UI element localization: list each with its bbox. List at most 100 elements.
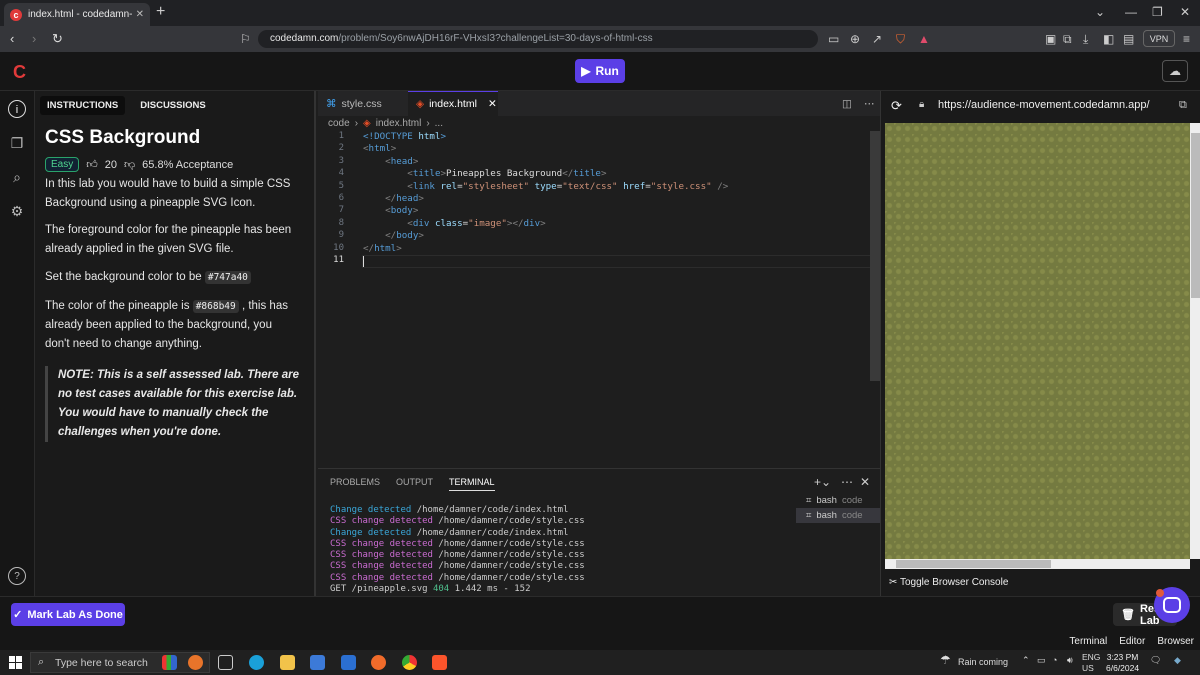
edge-icon[interactable] (249, 655, 264, 670)
cloud-save-button[interactable]: ☁ (1162, 60, 1188, 82)
bottom-tab-editor[interactable]: Editor (1119, 636, 1145, 647)
run-button[interactable]: ▶ Run (575, 59, 625, 83)
brave-taskbar-icon[interactable] (432, 655, 447, 670)
preview-url[interactable]: https://audience-movement.codedamn.app/ (938, 99, 1150, 111)
editor-scrollbar[interactable] (870, 131, 880, 381)
tab-problems[interactable]: PROBLEMS (330, 477, 380, 491)
browser-tab[interactable]: c index.html - codedamn-worksp ✕ (4, 3, 150, 26)
breadcrumb-file[interactable]: index.html (376, 118, 422, 129)
weather-icon[interactable]: ☂ (940, 653, 951, 667)
terminal-instance[interactable]: ⌗ bash code (796, 493, 880, 508)
lab-title: CSS Background (45, 127, 201, 148)
mail-icon[interactable] (341, 655, 356, 670)
share-icon[interactable]: ↗ (872, 32, 882, 46)
terminal-line: GET /pineapple.svg 404 1.442 ms - 152 (330, 584, 531, 595)
minimize-icon[interactable]: — (1125, 5, 1137, 19)
mark-lab-done-button[interactable]: ✓ Mark Lab As Done (11, 603, 125, 626)
close-tab-icon[interactable]: ✕ (136, 9, 144, 20)
wallet-panel-icon[interactable]: ▤ (1123, 32, 1134, 46)
settings-gear-icon[interactable]: ⚙ (8, 202, 26, 220)
breadcrumb-more[interactable]: ... (435, 118, 443, 129)
tab-style-css[interactable]: ⌘ style.css (318, 91, 406, 116)
editor-tab-strip: ⌘ style.css ◈ index.html ✕ ◫ ⋯ (318, 91, 880, 116)
run-label: Run (595, 64, 619, 78)
network-icon[interactable]: ◔ (1052, 655, 1057, 665)
cast-icon[interactable]: ▭ (828, 32, 839, 46)
tab-instructions[interactable]: INSTRUCTIONS (40, 96, 126, 115)
preview-horizontal-thumb[interactable] (896, 560, 1051, 568)
clock-time: 3:23 PM (1106, 652, 1139, 662)
weather-text[interactable]: Rain coming (958, 657, 1008, 667)
tab-terminal[interactable]: TERMINAL (449, 477, 495, 491)
new-terminal-icon[interactable]: +⌄ (814, 475, 831, 489)
firefox-icon[interactable] (371, 655, 386, 670)
window-close-icon[interactable]: ✕ (1180, 5, 1190, 19)
bookmark-icon[interactable]: ⚐ (240, 32, 251, 46)
store-icon[interactable] (310, 655, 325, 670)
code-line: </head> (385, 192, 424, 204)
preview-vertical-thumb[interactable] (1191, 133, 1200, 298)
code-area[interactable]: <!DOCTYPE html> <html> <head> <title>Pine… (363, 131, 728, 267)
forward-icon[interactable]: › (32, 31, 36, 46)
volume-icon[interactable]: 🔊︎ (1067, 655, 1073, 666)
restore-icon[interactable]: ❐ (1152, 5, 1163, 19)
search-icon[interactable]: ⌕ (8, 168, 26, 186)
back-icon[interactable]: ‹ (10, 31, 14, 46)
close-editor-tab-icon[interactable]: ✕ (488, 98, 497, 110)
download-icon[interactable]: ⤓ (1083, 32, 1088, 47)
language-indicator[interactable]: ENG US (1082, 652, 1100, 674)
taskbar-clock[interactable]: 3:23 PM 6/6/2024 (1106, 652, 1139, 674)
taskbar-search-box[interactable]: ⌕ Type here to search (30, 652, 210, 673)
brave-rewards-icon[interactable]: ▲ (918, 32, 930, 46)
task-view-icon[interactable] (218, 655, 233, 670)
address-bar[interactable]: codedamn.com/problem/Soy6nwAjDH16rF-VHxs… (258, 30, 818, 48)
files-icon[interactable]: ❐ (8, 134, 26, 152)
thumbs-down-icon[interactable]: 👎︎ (124, 158, 135, 171)
close-panel-icon[interactable]: ✕ (860, 475, 870, 489)
thumbs-up-icon[interactable]: 👍︎ (86, 158, 98, 171)
notifications-icon[interactable]: 🗨︎ (1150, 655, 1161, 666)
toggle-console-label: Toggle Browser Console (900, 577, 1009, 588)
open-external-icon[interactable]: ⧉ (1179, 99, 1187, 112)
chrome-icon[interactable] (402, 655, 417, 670)
extensions-icon[interactable]: ⧉ (1063, 32, 1072, 47)
news-widget-icon[interactable] (162, 655, 177, 670)
sidebar-icon[interactable]: ◧ (1103, 32, 1114, 46)
shell-name: bash (816, 510, 837, 521)
tab-index-html-label: index.html (429, 98, 477, 110)
breadcrumb-separator-icon: › (426, 118, 430, 129)
tab-discussions[interactable]: DISCUSSIONS (133, 96, 212, 115)
tab-index-html[interactable]: ◈ index.html ✕ (408, 91, 498, 116)
menu-icon[interactable]: ≡ (1183, 32, 1190, 46)
windows-start-icon[interactable] (9, 656, 22, 669)
terminal-instance[interactable]: ⌗ bash code (796, 508, 880, 523)
preview-reload-icon[interactable]: ⟳ (891, 98, 902, 114)
help-icon[interactable]: ? (8, 567, 26, 585)
new-tab-icon[interactable]: + (156, 3, 165, 21)
instruction-paragraph-1: In this lab you would have to build a si… (45, 178, 291, 209)
tab-output[interactable]: OUTPUT (396, 477, 433, 491)
bottom-tab-terminal[interactable]: Terminal (1069, 636, 1107, 647)
info-icon[interactable]: i (8, 100, 26, 118)
terminal-output[interactable]: Change detected /home/damner/code/index.… (330, 505, 585, 595)
preview-canvas[interactable] (885, 123, 1190, 559)
tray-chevron-icon[interactable]: ⌃ (1022, 655, 1030, 666)
vpn-button[interactable]: VPN (1143, 30, 1175, 47)
zoom-icon[interactable]: ⊕ (850, 32, 860, 46)
toggle-browser-console[interactable]: ✂ Toggle Browser Console (889, 577, 1008, 588)
breadcrumb-folder[interactable]: code (328, 118, 350, 129)
brave-shield-icon[interactable]: ⛉ (896, 32, 905, 47)
battery-icon[interactable]: ▭ (1037, 655, 1046, 666)
file-explorer-icon[interactable] (280, 655, 295, 670)
copilot-icon[interactable]: ◆ (1174, 655, 1181, 666)
terminal-more-icon[interactable]: ⋯ (841, 475, 853, 489)
bottom-tab-browser[interactable]: Browser (1157, 636, 1194, 647)
line-number: 4 (338, 168, 344, 179)
codedamn-favicon-icon: c (10, 8, 22, 21)
wallet-icon[interactable]: ▣ (1045, 32, 1056, 46)
reload-icon[interactable]: ↻ (52, 31, 63, 47)
tab-search-chevron-icon[interactable]: ⌄ (1095, 5, 1105, 19)
browser-preview: ⟳ 🔒︎ https://audience-movement.codedamn.… (880, 91, 1200, 596)
more-actions-icon[interactable]: ⋯ (856, 91, 883, 116)
basketball-icon[interactable] (188, 655, 203, 670)
